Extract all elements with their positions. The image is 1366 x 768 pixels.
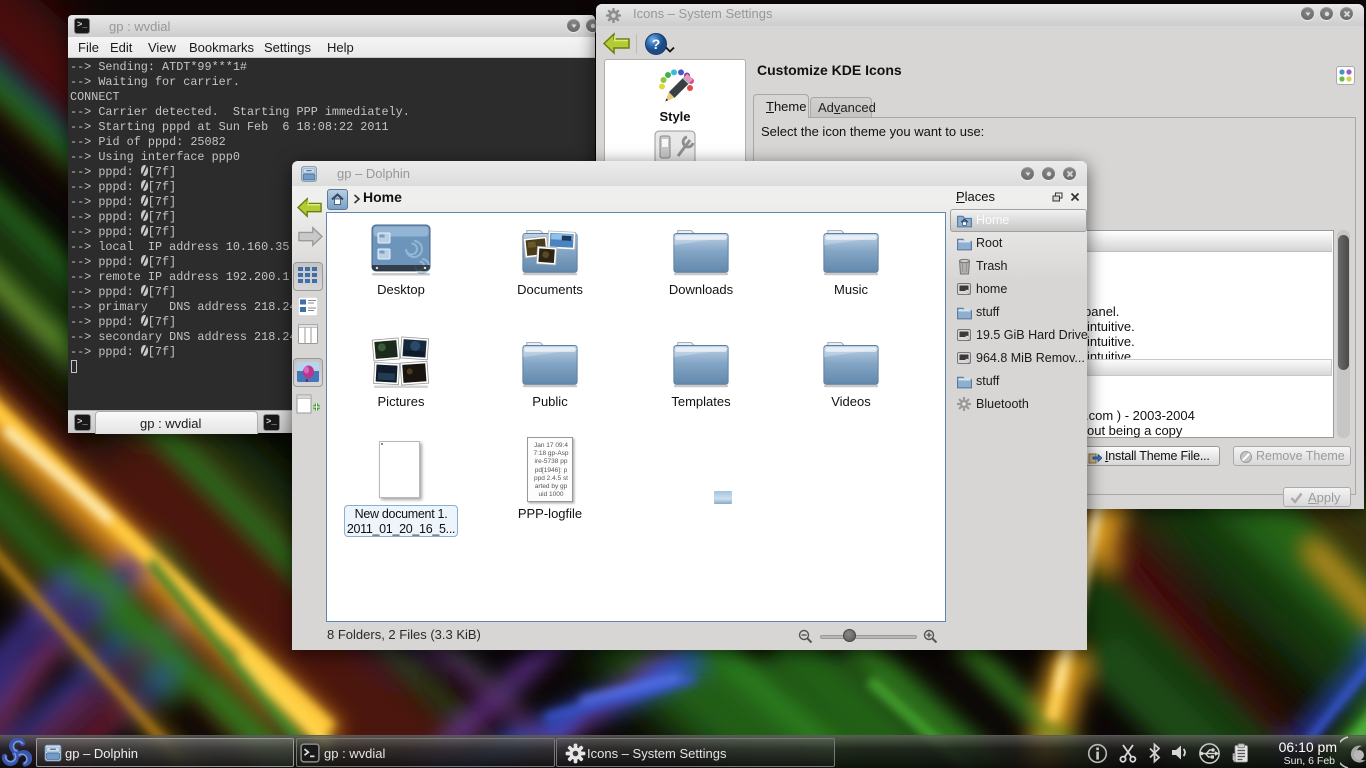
svg-text:?: ? bbox=[652, 36, 661, 52]
